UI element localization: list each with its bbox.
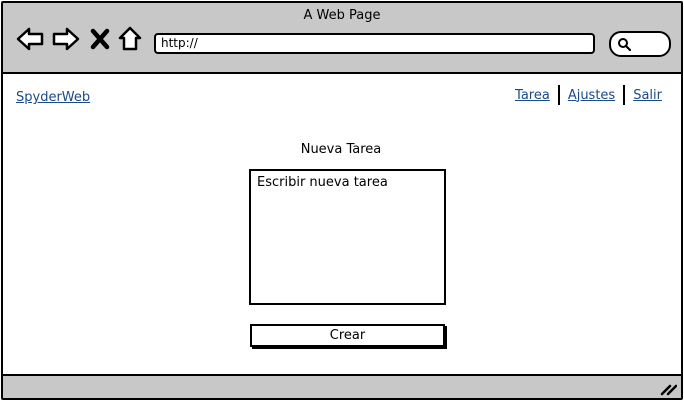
nav-link-salir[interactable]: Salir xyxy=(627,88,668,103)
form-title: Nueva Tarea xyxy=(300,142,382,157)
search-box[interactable] xyxy=(609,31,671,57)
page-content: SpyderWeb Tarea Ajustes Salir Nueva Tare… xyxy=(3,74,681,372)
create-button[interactable]: Crear xyxy=(250,324,445,347)
resize-grip-icon[interactable] xyxy=(659,380,677,396)
nav-divider xyxy=(623,85,626,105)
brand-link[interactable]: SpyderWeb xyxy=(16,90,90,105)
back-arrow-icon[interactable] xyxy=(15,25,45,53)
top-nav: Tarea Ajustes Salir xyxy=(509,85,668,105)
task-placeholder: Escribir nueva tarea xyxy=(257,175,388,190)
nav-link-ajustes[interactable]: Ajustes xyxy=(562,88,621,103)
close-x-icon[interactable] xyxy=(89,25,111,53)
window-title: A Web Page xyxy=(303,8,381,23)
home-icon[interactable] xyxy=(117,25,143,53)
browser-toolbar: A Web Page http:// xyxy=(3,3,681,74)
status-bar xyxy=(3,374,681,398)
browser-window: A Web Page http:// SpyderWeb Tarea Ajust… xyxy=(1,1,683,400)
address-bar[interactable]: http:// xyxy=(154,33,595,54)
address-value: http:// xyxy=(161,36,198,50)
new-task-textarea[interactable]: Escribir nueva tarea xyxy=(249,169,446,305)
nav-divider xyxy=(557,85,560,105)
nav-link-tarea[interactable]: Tarea xyxy=(509,88,556,103)
search-icon xyxy=(618,38,631,51)
forward-arrow-icon[interactable] xyxy=(51,25,81,53)
